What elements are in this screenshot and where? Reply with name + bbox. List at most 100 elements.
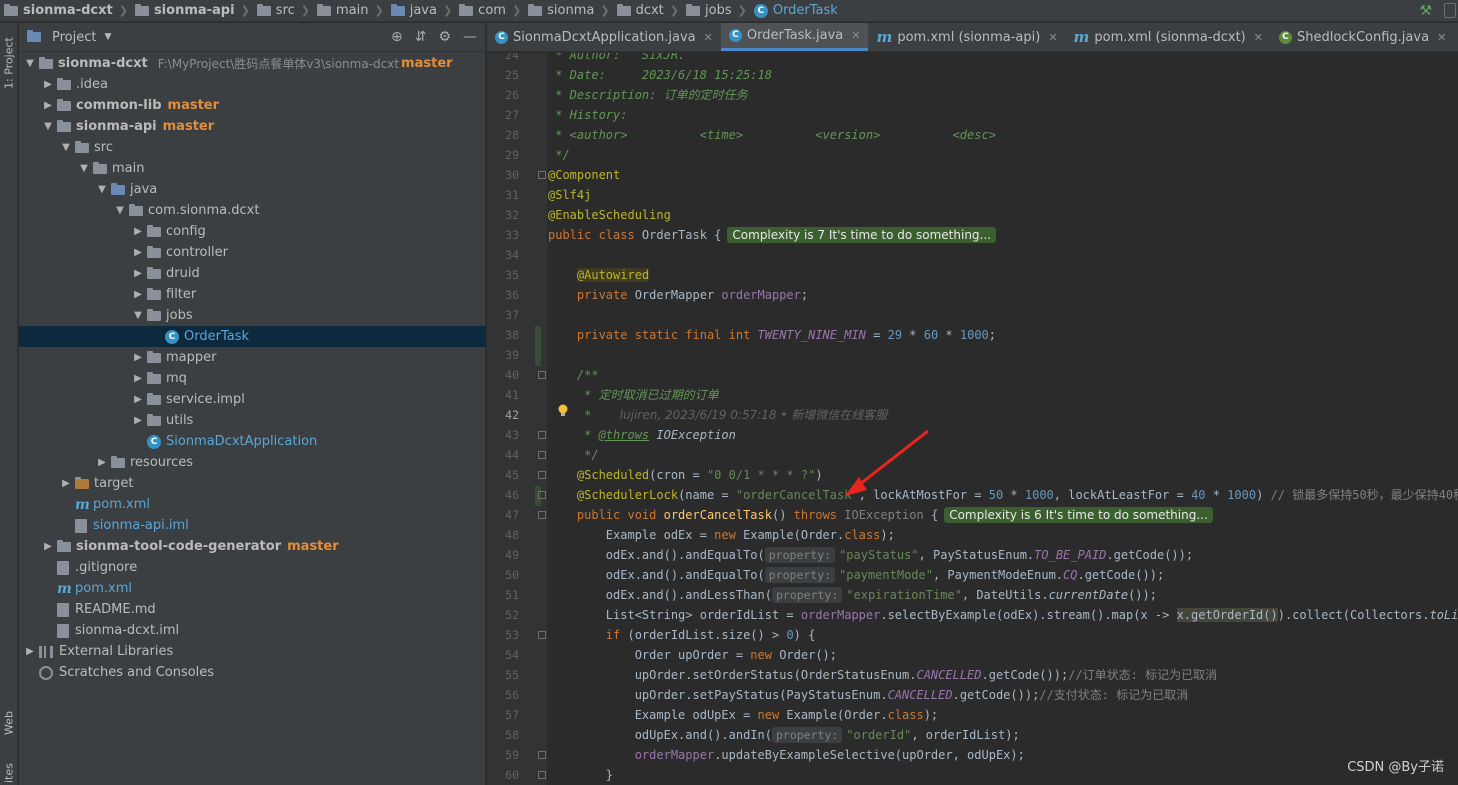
locate-file-icon[interactable]: ⊕ xyxy=(391,29,403,45)
gear-icon[interactable]: ⚙ xyxy=(438,29,451,45)
chevron-right-icon[interactable]: ▶ xyxy=(23,646,37,657)
tree-item[interactable]: ▶ External Libraries xyxy=(19,641,486,662)
breadcrumb-item[interactable]: src ❯ xyxy=(256,3,315,18)
close-icon[interactable]: ✕ xyxy=(1048,31,1057,44)
tree-item[interactable]: ▼ src xyxy=(19,137,486,158)
fold-marker-icon[interactable] xyxy=(538,631,546,639)
breadcrumb-item[interactable]: main ❯ xyxy=(317,3,389,18)
chevron-right-icon[interactable]: ▶ xyxy=(131,373,145,384)
breadcrumb-item[interactable]: sionma-api ❯ xyxy=(134,3,255,18)
build-hammer-icon[interactable]: ⚒ xyxy=(1419,3,1432,19)
tree-item[interactable]: ▶ druid xyxy=(19,263,486,284)
chevron-right-icon[interactable]: ▶ xyxy=(131,415,145,426)
tree-item[interactable]: README.md xyxy=(19,599,486,620)
tree-item[interactable]: ▼ jobs xyxy=(19,305,486,326)
chevron-right-icon[interactable]: ▶ xyxy=(41,541,55,552)
chevron-down-icon[interactable]: ▼ xyxy=(23,58,37,69)
tree-item[interactable]: ▶ common-lib master xyxy=(19,95,486,116)
tree-item[interactable]: ▶ config xyxy=(19,221,486,242)
tree-item[interactable]: ▶ mq xyxy=(19,368,486,389)
close-icon[interactable]: ✕ xyxy=(704,31,713,44)
tree-item[interactable]: C OrderTask xyxy=(19,326,486,347)
tree-item[interactable]: ▶ resources xyxy=(19,452,486,473)
favorites-tool-tab[interactable]: ites xyxy=(0,761,18,785)
chevron-right-icon[interactable]: ▶ xyxy=(59,478,73,489)
lightbulb-icon[interactable] xyxy=(557,404,569,418)
collapse-all-icon[interactable]: ⇵ xyxy=(415,29,427,45)
fold-marker-icon[interactable] xyxy=(538,771,546,779)
tree-item[interactable]: ▶ utils xyxy=(19,410,486,431)
close-icon[interactable]: ✕ xyxy=(1254,31,1263,44)
complexity-badge[interactable]: Complexity is 6 It's time to do somethin… xyxy=(944,507,1213,523)
fold-marker-icon[interactable] xyxy=(538,511,546,519)
project-tool-tab[interactable]: 1: Project xyxy=(0,33,18,93)
tree-item[interactable]: ▼ com.sionma.dcxt xyxy=(19,200,486,221)
chevron-right-icon[interactable]: ▶ xyxy=(131,247,145,258)
fold-marker-icon[interactable] xyxy=(538,371,546,379)
editor-tab[interactable]: m pom.xml (sionma-dcxt) ✕ xyxy=(1066,23,1271,51)
maven-icon: m xyxy=(876,28,893,46)
editor-tab[interactable]: m pom.xml (sionma-api) ✕ xyxy=(868,23,1065,51)
tree-item[interactable]: m pom.xml xyxy=(19,494,486,515)
breadcrumb-item[interactable]: java ❯ xyxy=(390,3,457,18)
editor-tab[interactable]: C ShedlockConfig.java ✕ xyxy=(1271,23,1454,51)
complexity-badge[interactable]: Complexity is 7 It's time to do somethin… xyxy=(727,227,996,243)
tree-item[interactable]: ▶ filter xyxy=(19,284,486,305)
chevron-right-icon[interactable]: ▶ xyxy=(131,268,145,279)
chevron-right-icon[interactable]: ▶ xyxy=(131,226,145,237)
chevron-right-icon[interactable]: ▶ xyxy=(131,352,145,363)
chevron-right-icon[interactable]: ▶ xyxy=(131,394,145,405)
fold-marker-icon[interactable] xyxy=(538,751,546,759)
tree-item[interactable]: m pom.xml xyxy=(19,578,486,599)
chevron-down-icon[interactable]: ▼ xyxy=(41,121,55,132)
fold-marker-icon[interactable] xyxy=(538,471,546,479)
scratch-icon xyxy=(39,665,53,680)
tree-item[interactable]: ▶ target xyxy=(19,473,486,494)
code-editor[interactable]: 24 25 26 27 28 29 30 31 32 33 34 35 36 37 38 39 40 41 42 43… xyxy=(487,53,1458,785)
hide-panel-icon[interactable]: — xyxy=(463,29,477,45)
tree-item[interactable]: C SionmaDcxtApplication xyxy=(19,431,486,452)
close-icon[interactable]: ✕ xyxy=(1437,31,1446,44)
fold-marker-icon[interactable] xyxy=(538,451,546,459)
project-panel-title[interactable]: Project xyxy=(52,30,96,45)
chevron-down-icon[interactable]: ▼ xyxy=(59,142,73,153)
chevron-down-icon[interactable]: ▼ xyxy=(131,310,145,321)
fold-marker-icon[interactable] xyxy=(538,431,546,439)
code-line: public void orderCancelTask() throws IOE… xyxy=(548,505,1213,525)
tree-item[interactable]: ▼ main xyxy=(19,158,486,179)
tree-item[interactable]: ▼ sionma-dcxt F:\MyProject\胜码点餐单体v3\sionma… xyxy=(19,53,486,74)
tree-item[interactable]: ▼ sionma-api master xyxy=(19,116,486,137)
chevron-right-icon[interactable]: ▶ xyxy=(95,457,109,468)
tree-item[interactable]: ▼ java xyxy=(19,179,486,200)
chevron-down-icon[interactable]: ▼ xyxy=(113,205,127,216)
editor-tab[interactable]: C SionmaDcxtApplication.java ✕ xyxy=(487,23,721,51)
tree-item[interactable]: .gitignore xyxy=(19,557,486,578)
toolbar-overflow-icon[interactable] xyxy=(1444,3,1456,18)
breadcrumb-item[interactable]: C OrderTask xyxy=(753,3,838,18)
editor-tab[interactable]: C OrderTask.java ✕ xyxy=(720,23,869,51)
tree-item[interactable]: ▶ .idea xyxy=(19,74,486,95)
tree-item[interactable]: ▶ mapper xyxy=(19,347,486,368)
tree-item[interactable]: ▶ sionma-tool-code-generator master xyxy=(19,536,486,557)
tree-item[interactable]: ▶ service.impl xyxy=(19,389,486,410)
close-icon[interactable]: ✕ xyxy=(851,29,860,42)
chevron-right-icon[interactable]: ▶ xyxy=(41,100,55,111)
fold-marker-icon[interactable] xyxy=(538,491,546,499)
breadcrumb-item[interactable]: jobs ❯ xyxy=(686,3,752,18)
breadcrumb-item[interactable]: com ❯ xyxy=(459,3,526,18)
tree-item[interactable]: sionma-api.iml xyxy=(19,515,486,536)
chevron-down-icon[interactable]: ▼ xyxy=(104,32,111,42)
fold-marker-icon[interactable] xyxy=(538,171,546,179)
web-tool-tab[interactable]: Web xyxy=(0,703,18,743)
breadcrumb-item[interactable]: sionma-dcxt ❯ xyxy=(4,3,133,18)
tree-item[interactable]: sionma-dcxt.iml xyxy=(19,620,486,641)
tree-item[interactable]: ▶ controller xyxy=(19,242,486,263)
code-line: upOrder.setOrderStatus(OrderStatusEnum.C… xyxy=(548,668,1218,682)
chevron-right-icon[interactable]: ▶ xyxy=(131,289,145,300)
breadcrumb-item[interactable]: dcxt ❯ xyxy=(616,3,684,18)
breadcrumb-item[interactable]: sionma ❯ xyxy=(528,3,614,18)
chevron-down-icon[interactable]: ▼ xyxy=(77,163,91,174)
chevron-right-icon[interactable]: ▶ xyxy=(41,79,55,90)
chevron-down-icon[interactable]: ▼ xyxy=(95,184,109,195)
tree-item[interactable]: Scratches and Consoles xyxy=(19,662,486,683)
